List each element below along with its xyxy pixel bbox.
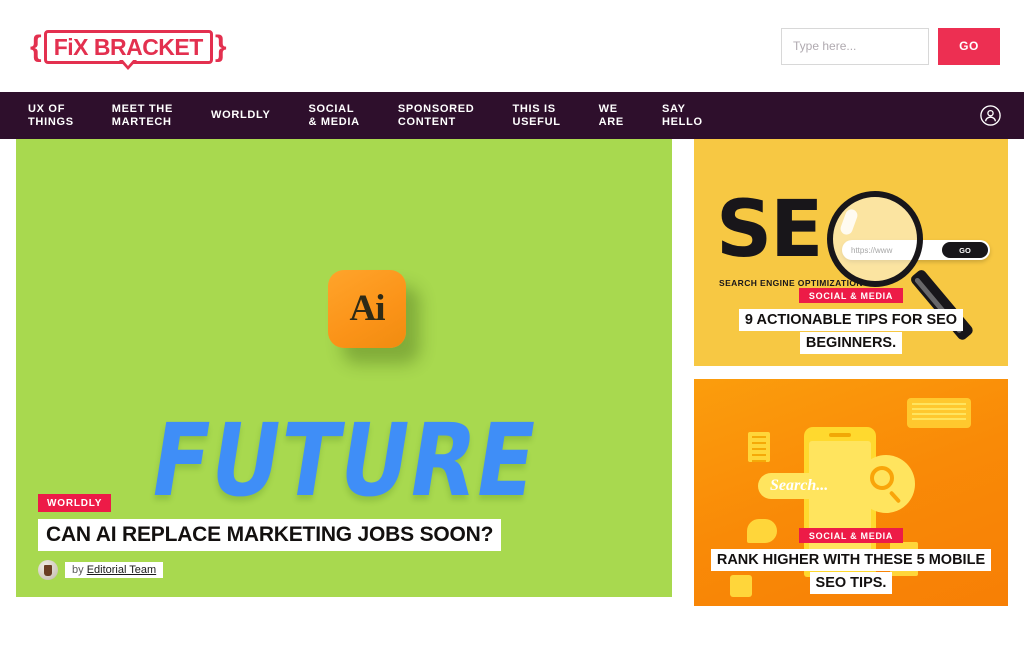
- document-icon: [748, 432, 770, 462]
- article-card-seo-tips[interactable]: SE SEARCH ENGINE OPTIMIZATION https://ww…: [694, 139, 1008, 366]
- site-logo[interactable]: { FiX BRACKET }: [18, 30, 239, 70]
- byline-prefix: by: [72, 564, 84, 576]
- nav-item-sponsored-content[interactable]: SPONSORED CONTENT: [398, 103, 475, 129]
- hero-article-card[interactable]: Ai FUTURE WORLDLY CAN AI REPLACE MARKETI…: [16, 139, 672, 597]
- byline-text: by Editorial Team: [65, 562, 164, 578]
- seo-card-category-badge[interactable]: SOCIAL & MEDIA: [798, 288, 904, 304]
- speech-bubble-icon: [907, 398, 971, 428]
- mobile-card-overlay: SOCIAL & MEDIA RANK HIGHER WITH THESE 5 …: [694, 526, 1008, 594]
- seo-letters-text: SE: [716, 185, 823, 275]
- main-content: Ai FUTURE WORLDLY CAN AI REPLACE MARKETI…: [0, 139, 1024, 606]
- nav-item-we-are[interactable]: WE ARE: [599, 103, 624, 129]
- hero-byline: by Editorial Team: [38, 560, 650, 580]
- nav-item-meet-the-martech[interactable]: MEET THE MARTECH: [112, 103, 173, 129]
- article-card-mobile-seo-tips[interactable]: Search... SOCIAL & MEDIA RANK HIGHER WIT…: [694, 379, 1008, 606]
- hero-category-badge[interactable]: WORLDLY: [38, 494, 112, 513]
- logo-wedge-inner-icon: [122, 59, 135, 66]
- nav-item-say-hello[interactable]: SAY HELLO: [662, 103, 703, 129]
- nav-item-worldly[interactable]: WORLDLY: [211, 109, 271, 122]
- magnifier-lens-icon: [827, 191, 923, 287]
- nav-item-ux-of-things[interactable]: UX OF THINGS: [28, 103, 74, 129]
- ai-logo-text: Ai: [349, 287, 386, 329]
- nav-item-social-media[interactable]: SOCIAL & MEDIA: [308, 103, 359, 129]
- seo-card-overlay: SOCIAL & MEDIA 9 ACTIONABLE TIPS FOR SEO…: [694, 286, 1008, 354]
- header-search: GO: [781, 27, 1000, 65]
- mobile-search-bar: Search...: [758, 473, 866, 499]
- hero-overlay: WORLDLY CAN AI REPLACE MARKETING JOBS SO…: [38, 493, 650, 580]
- main-navigation: UX OF THINGS MEET THE MARTECH WORLDLY SO…: [0, 92, 1024, 139]
- logo-brace-right: }: [214, 30, 227, 63]
- author-link[interactable]: Editorial Team: [87, 564, 157, 576]
- phone-speaker-icon: [829, 433, 851, 437]
- author-avatar: [38, 560, 58, 580]
- logo-text: FiX BRACKET: [53, 34, 204, 60]
- mobile-search-placeholder: Search...: [770, 477, 829, 494]
- ai-logo-icon: Ai: [328, 270, 406, 348]
- sidebar-articles: SE SEARCH ENGINE OPTIMIZATION https://ww…: [694, 139, 1008, 606]
- site-header: { FiX BRACKET } GO: [0, 0, 1024, 92]
- logo-mark: { FiX BRACKET }: [18, 30, 239, 70]
- search-go-button[interactable]: GO: [938, 27, 1000, 65]
- logo-brace-left: {: [30, 30, 42, 63]
- user-account-icon[interactable]: [979, 104, 1002, 127]
- coffee-cup-icon: [44, 565, 52, 576]
- hero-title[interactable]: CAN AI REPLACE MARKETING JOBS SOON?: [38, 519, 502, 551]
- nav-item-this-is-useful[interactable]: THIS IS USEFUL: [512, 103, 560, 129]
- search-input[interactable]: [781, 27, 929, 65]
- mobile-card-title[interactable]: RANK HIGHER WITH THESE 5 MOBILE SEO TIPS…: [710, 549, 992, 594]
- seo-search-go-button: GO: [942, 242, 988, 258]
- seo-card-title[interactable]: 9 ACTIONABLE TIPS FOR SEO BEGINNERS.: [738, 309, 964, 354]
- mobile-card-category-badge[interactable]: SOCIAL & MEDIA: [798, 528, 904, 544]
- logo-box: FiX BRACKET: [43, 30, 213, 70]
